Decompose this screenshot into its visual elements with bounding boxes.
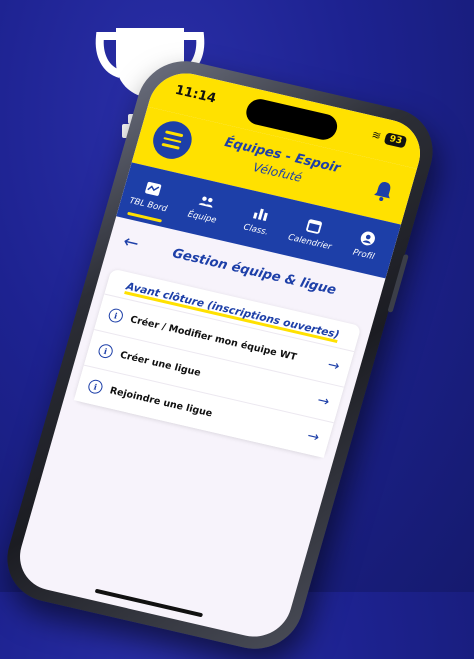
dashboard-icon	[144, 181, 161, 196]
info-icon: i	[107, 307, 125, 324]
status-time: 11:14	[173, 82, 218, 107]
back-arrow-icon[interactable]: ←	[121, 231, 142, 255]
info-icon: i	[86, 378, 105, 396]
tab-label: TBL Bord	[128, 196, 169, 215]
info-icon: i	[96, 342, 115, 360]
arrow-right-icon: →	[325, 356, 342, 375]
hamburger-icon	[165, 130, 184, 138]
arrow-right-icon: →	[305, 427, 322, 446]
wifi-icon: ≋	[370, 128, 383, 143]
profile-icon	[361, 231, 376, 246]
team-icon	[198, 196, 213, 208]
tab-label: Équipe	[186, 209, 218, 226]
tab-label: Profil	[351, 247, 376, 263]
menu-button[interactable]	[148, 117, 197, 163]
status-icons: ≋ 93	[370, 128, 408, 148]
phone-mockup: 11:14 ≋ 93 Équipes - Espoir Vélofuté TBL…	[0, 52, 444, 658]
battery-indicator: 93	[384, 131, 408, 148]
tab-label: Class.	[242, 222, 270, 238]
bell-icon[interactable]	[371, 178, 397, 204]
calendar-icon	[306, 219, 323, 234]
ranking-icon	[253, 208, 268, 222]
tab-label: Calendrier	[286, 232, 333, 253]
arrow-right-icon: →	[315, 392, 332, 411]
